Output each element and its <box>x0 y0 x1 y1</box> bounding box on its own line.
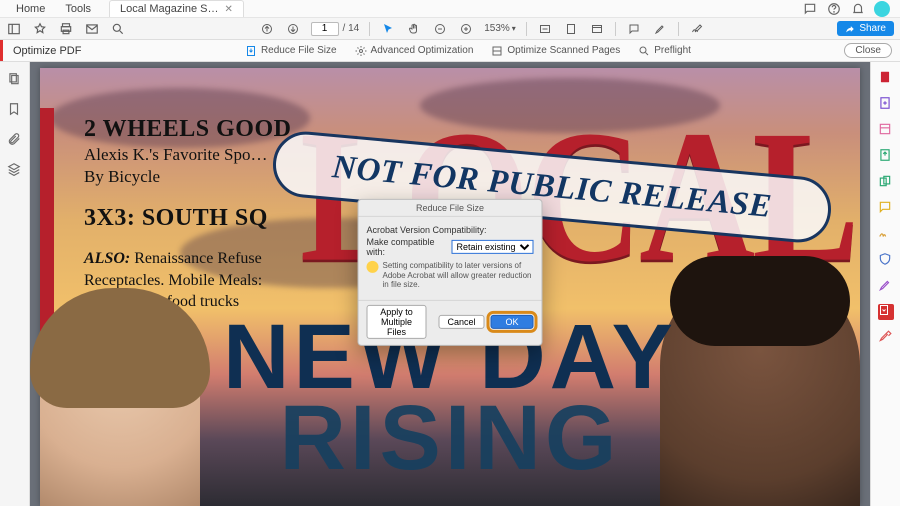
sidebar-toggle-icon[interactable] <box>6 21 22 37</box>
zoom-select[interactable]: 153%▾ <box>484 23 516 34</box>
compat-select[interactable]: Retain existing <box>452 240 534 254</box>
document-tab-title: Local Magazine S… <box>120 3 218 15</box>
menu-tools[interactable]: Tools <box>55 1 101 17</box>
comment-icon[interactable] <box>878 148 894 164</box>
compat-tip-text: Setting compatibility to later versions … <box>383 261 534 290</box>
read-mode-icon[interactable] <box>589 21 605 37</box>
close-tab-icon[interactable]: ✕ <box>224 4 232 15</box>
chat-icon[interactable] <box>802 1 818 17</box>
edit-pdf-icon[interactable] <box>878 122 894 138</box>
lightbulb-icon <box>367 261 379 273</box>
ok-button[interactable]: OK <box>490 315 533 329</box>
page-number-input[interactable] <box>311 22 339 36</box>
email-icon[interactable] <box>84 21 100 37</box>
hand-tool-icon[interactable] <box>406 21 422 37</box>
fill-sign-icon[interactable] <box>878 278 894 294</box>
page-down-icon[interactable] <box>285 21 301 37</box>
compat-label: Acrobat Version Compatibility: <box>367 225 534 235</box>
headline-1: 2 WHEELS GOOD <box>84 116 291 143</box>
optimize-close-button[interactable]: Close <box>844 43 892 58</box>
page-total-label: / 14 <box>343 23 360 34</box>
reduce-file-size-button[interactable]: Reduce File Size <box>245 45 337 57</box>
subhead-1b: By Bicycle <box>84 167 291 187</box>
more-tools-icon[interactable] <box>878 330 894 346</box>
create-pdf-icon[interactable] <box>878 96 894 112</box>
page-up-icon[interactable] <box>259 21 275 37</box>
protect-icon[interactable] <box>878 252 894 268</box>
top-menubar: Home Tools Local Magazine S… ✕ <box>0 0 900 18</box>
document-canvas[interactable]: LOCAL 2 WHEELS GOOD Alexis K.'s Favorite… <box>30 62 870 506</box>
highlight-tool-icon[interactable] <box>652 21 668 37</box>
redact-icon[interactable] <box>878 226 894 242</box>
account-avatar[interactable] <box>874 1 890 17</box>
page-indicator: / 14 <box>311 22 360 36</box>
bookmarks-icon[interactable] <box>7 102 23 118</box>
cover-text-column: 2 WHEELS GOOD Alexis K.'s Favorite Spo… … <box>84 116 291 313</box>
advanced-optimization-button[interactable]: Advanced Optimization <box>355 45 474 57</box>
print-icon[interactable] <box>58 21 74 37</box>
select-tool-icon[interactable] <box>380 21 396 37</box>
share-button[interactable]: Share <box>837 21 894 36</box>
optimize-scanned-button[interactable]: Optimize Scanned Pages <box>491 45 620 57</box>
zoom-out-icon[interactable] <box>432 21 448 37</box>
reduce-file-size-dialog: Reduce File Size Acrobat Version Compati… <box>358 199 543 346</box>
optimize-pdf-bar: Optimize PDF Reduce File Size Advanced O… <box>0 40 900 62</box>
sign-tool-icon[interactable] <box>689 21 705 37</box>
make-compat-label: Make compatible with: <box>367 237 448 257</box>
menu-home[interactable]: Home <box>6 1 55 17</box>
optimize-title: Optimize PDF <box>3 45 91 57</box>
comment-tool-icon[interactable] <box>626 21 642 37</box>
preflight-button[interactable]: Preflight <box>638 45 691 57</box>
dialog-title: Reduce File Size <box>359 200 542 217</box>
find-icon[interactable] <box>110 21 126 37</box>
right-tools-sidebar <box>870 62 900 506</box>
document-tab[interactable]: Local Magazine S… ✕ <box>109 0 244 17</box>
attachments-icon[interactable] <box>7 132 23 148</box>
zoom-in-icon[interactable] <box>458 21 474 37</box>
thumbnails-icon[interactable] <box>7 72 23 88</box>
main-toolbar: / 14 153%▾ Share <box>0 18 900 40</box>
compress-icon[interactable] <box>878 304 894 320</box>
headline-2: 3X3: SOUTH SQ <box>84 205 291 232</box>
subhead-1a: Alexis K.'s Favorite Spo… <box>84 145 291 165</box>
cancel-button[interactable]: Cancel <box>438 315 484 329</box>
apply-multiple-button[interactable]: Apply to Multiple Files <box>367 305 427 339</box>
bell-icon[interactable] <box>850 1 866 17</box>
fit-width-icon[interactable] <box>537 21 553 37</box>
combine-icon[interactable] <box>878 174 894 190</box>
left-sidebar <box>0 62 30 506</box>
fit-page-icon[interactable] <box>563 21 579 37</box>
help-icon[interactable] <box>826 1 842 17</box>
export-pdf-icon[interactable] <box>878 70 894 86</box>
star-icon[interactable] <box>32 21 48 37</box>
layers-icon[interactable] <box>7 162 23 178</box>
organize-icon[interactable] <box>878 200 894 216</box>
